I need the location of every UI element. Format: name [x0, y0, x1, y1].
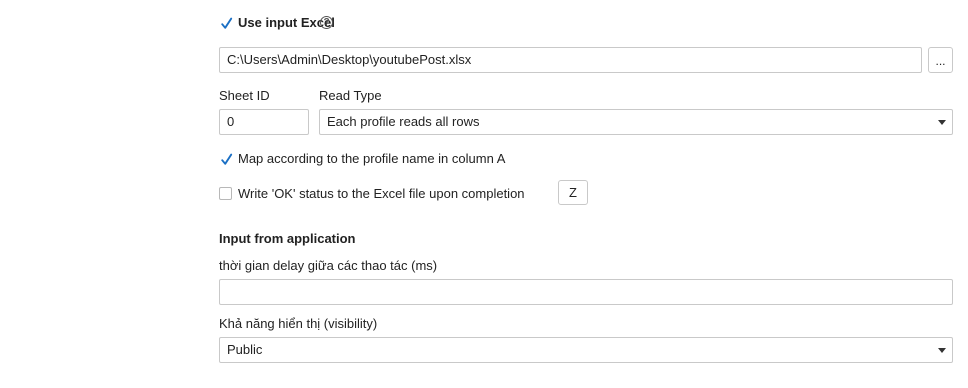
browse-button[interactable]: ... [928, 47, 953, 73]
chevron-down-icon [938, 120, 946, 125]
visibility-label: Khả năng hiển thị (visibility) [219, 316, 378, 331]
checkmark-icon [221, 17, 233, 29]
map-profile-checkbox[interactable] [219, 152, 233, 165]
use-excel-checkbox[interactable] [219, 16, 233, 29]
read-type-select[interactable]: Each profile reads all rows [319, 109, 953, 135]
section-title-input-from-application: Input from application [219, 231, 356, 246]
map-profile-label[interactable]: Map according to the profile name in col… [238, 151, 505, 166]
visibility-value: Public [227, 342, 263, 357]
write-ok-label[interactable]: Write 'OK' status to the Excel file upon… [238, 186, 525, 201]
write-ok-column-input[interactable]: Z [558, 180, 588, 205]
read-type-label: Read Type [319, 88, 382, 103]
read-type-value: Each profile reads all rows [327, 114, 480, 129]
delay-input[interactable] [219, 279, 953, 305]
write-ok-checkbox[interactable] [219, 187, 232, 200]
question-circle-icon[interactable]: ? [320, 16, 333, 29]
delay-label: thời gian delay giữa các thao tác (ms) [219, 258, 438, 273]
excel-file-path-input[interactable]: C:\Users\Admin\Desktop\youtubePost.xlsx [219, 47, 922, 73]
sheet-id-label: Sheet ID [219, 88, 270, 103]
checkmark-icon [221, 153, 233, 165]
chevron-down-icon [938, 348, 946, 353]
sheet-id-input[interactable]: 0 [219, 109, 309, 135]
visibility-select[interactable]: Public [219, 337, 953, 363]
